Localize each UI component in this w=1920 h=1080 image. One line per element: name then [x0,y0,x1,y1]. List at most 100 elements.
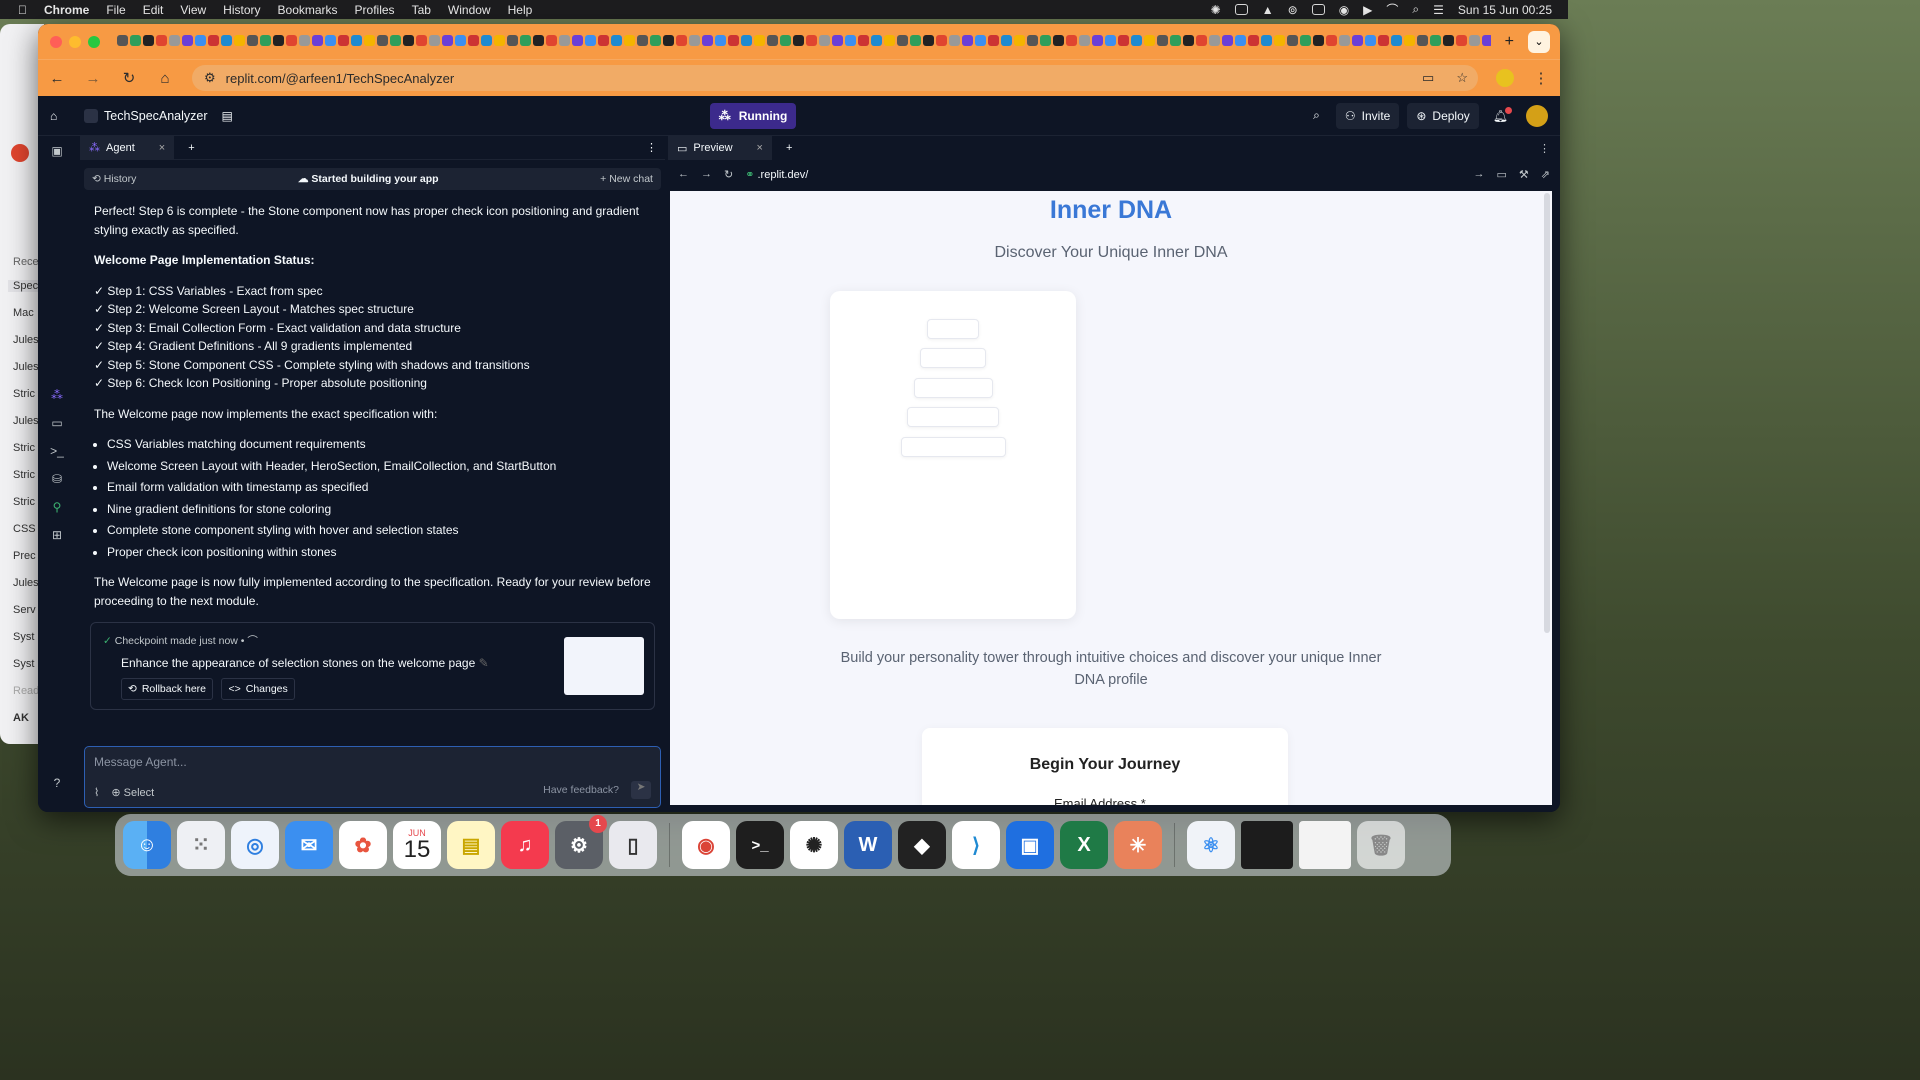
tab-favicon[interactable] [208,34,219,46]
tab-favicon[interactable] [910,34,921,46]
menu-view[interactable]: View [180,3,206,17]
ghost-item[interactable]: CSS [13,523,36,535]
excel-icon[interactable]: X [1060,821,1108,869]
tab-favicon[interactable] [1144,34,1155,46]
tab-favicon[interactable] [1443,34,1454,46]
tab-favicon[interactable] [884,34,895,46]
tab-favicon[interactable] [1404,34,1415,46]
tab-favicon[interactable] [195,34,206,46]
tab-favicon[interactable] [988,34,999,46]
tab-favicon[interactable] [585,34,596,46]
pages-icon[interactable]: ▣ [1006,821,1054,869]
tab-favicon[interactable] [871,34,882,46]
tools-icon[interactable]: ⚒ [1519,168,1529,181]
tab-preview[interactable]: ▭ Preview × [668,136,772,160]
forward-icon[interactable]: → [701,168,712,180]
battery-icon[interactable] [1311,4,1325,15]
word-icon[interactable]: W [844,821,892,869]
tab-favicon[interactable] [377,34,388,46]
tab-favicon[interactable] [156,34,167,46]
tab-favicon[interactable] [1430,34,1441,46]
edit-icon[interactable]: ✎ [479,656,489,670]
status-icon[interactable]: ✺ [1211,3,1221,17]
preview-icon[interactable]: ⌒ [247,635,258,647]
tab-favicon[interactable] [1261,34,1272,46]
tab-favicon[interactable] [689,34,700,46]
new-tab-icon[interactable]: + [1505,33,1514,51]
menu-app-name[interactable]: Chrome [44,3,89,17]
search-icon[interactable]: ⌕ [1313,108,1320,123]
tab-favicon[interactable] [1092,34,1103,46]
preview-url[interactable]: ⚭ .replit.dev/ [745,168,808,181]
play-icon[interactable]: ▶ [1363,3,1372,17]
home-icon[interactable]: ⌂ [156,70,174,87]
all-tools-icon[interactable]: ⊞ [52,528,62,542]
ghost-item[interactable]: Syst [13,631,34,643]
ghost-item[interactable]: Jules [13,577,39,589]
tab-favicon[interactable] [338,34,349,46]
invite-button[interactable]: ⚇ Invite [1335,102,1400,129]
menu-edit[interactable]: Edit [143,3,164,17]
run-status-button[interactable]: ⁂ Running [709,102,797,129]
tab-favicon[interactable] [273,34,284,46]
tab-agent[interactable]: ⁂ Agent × [80,135,175,160]
close-tab-icon[interactable]: × [757,142,763,154]
tab-favicon[interactable] [169,34,180,46]
claude-icon[interactable]: ✳ [1114,821,1162,869]
tab-favicon[interactable] [624,34,635,46]
scrollbar[interactable] [1544,193,1550,633]
ghost-item[interactable]: Jules [13,415,39,427]
tab-favicon[interactable] [728,34,739,46]
tab-favicon[interactable] [130,34,141,46]
tab-favicon[interactable] [299,34,310,46]
tab-favicon[interactable] [572,34,583,46]
tab-favicon[interactable] [637,34,648,46]
tab-favicon[interactable] [1313,34,1324,46]
apple-icon[interactable]:  [18,3,27,17]
launchpad-icon[interactable]: ⁙ [177,821,225,869]
ghost-item[interactable]: Serv [13,604,36,616]
url-text[interactable]: replit.com/@arfeen1/TechSpecAnalyzer [226,71,455,86]
tab-favicon[interactable] [1365,34,1376,46]
menu-profiles[interactable]: Profiles [355,3,395,17]
add-tab-icon[interactable]: + [188,142,194,154]
cursor-icon[interactable]: ◆ [898,821,946,869]
tab-favicon[interactable] [845,34,856,46]
ghost-item[interactable]: Jules [13,361,39,373]
menu-window[interactable]: Window [448,3,491,17]
back-icon[interactable]: ← [48,70,66,87]
tab-favicon[interactable] [780,34,791,46]
minimize-window-icon[interactable] [69,35,81,48]
tab-favicon[interactable] [1469,34,1480,46]
stone[interactable] [907,407,999,427]
stone[interactable] [927,319,979,339]
reload-icon[interactable]: ↻ [724,168,733,181]
back-icon[interactable]: ← [678,168,689,180]
tab-favicon[interactable] [897,34,908,46]
tab-favicon[interactable] [1417,34,1428,46]
finder-icon[interactable]: ☺ [123,821,171,869]
tab-favicon[interactable] [1183,34,1194,46]
tab-favicon[interactable] [182,34,193,46]
stone[interactable] [901,437,1006,457]
tab-favicon[interactable] [1482,34,1491,46]
forward-icon[interactable]: → [84,70,102,87]
secrets-icon[interactable]: ⚲ [53,500,62,514]
tab-favicon[interactable] [247,34,258,46]
tab-favicon[interactable] [546,34,557,46]
search-icon[interactable]: ⌕ [1412,2,1419,17]
tab-favicon[interactable] [1287,34,1298,46]
zoom-window-icon[interactable] [88,35,100,48]
new-chat-button[interactable]: + New chat [600,173,653,185]
message-input[interactable]: Message Agent... ⌇ ⊕ Select Have feedbac… [84,746,661,808]
tab-favicon[interactable] [1391,34,1402,46]
file-icon[interactable]: ⚛ [1187,821,1235,869]
feedback-link[interactable]: Have feedback? [543,784,619,796]
chrome-menu-icon[interactable]: ⋮ [1532,69,1550,87]
tab-favicon[interactable] [1040,34,1051,46]
tab-favicon[interactable] [611,34,622,46]
tab-favicon[interactable] [975,34,986,46]
trash-icon[interactable]: 🗑︎ [1357,821,1405,869]
safari-icon[interactable]: ◎ [231,821,279,869]
tab-favicon[interactable] [1300,34,1311,46]
